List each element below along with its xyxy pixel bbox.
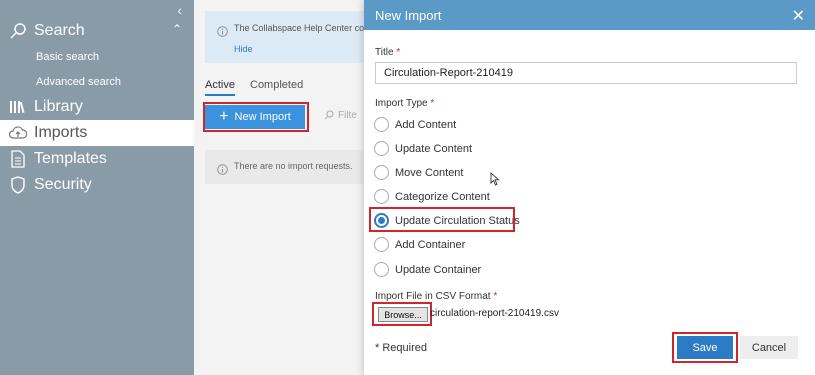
import-type-label-text: Import Type [375,98,428,109]
radio-button[interactable] [374,165,389,180]
dialog-header: New Import ✕ [364,0,815,30]
sidebar-subitem-advanced-search[interactable]: Advanced search [36,76,121,88]
radio-button[interactable] [374,189,389,204]
dialog-title: New Import [375,8,442,23]
radio-label: Categorize Content [395,190,490,203]
radio-move-content[interactable]: Move Content [374,165,463,180]
browse-highlight [372,302,432,326]
new-import-highlight [203,102,309,132]
info-icon [217,162,228,180]
save-highlight [672,332,738,363]
banner-hide-link[interactable]: Hide [234,44,253,54]
required-note: * Required [375,342,427,354]
cloud-upload-icon [8,123,28,143]
tab-active[interactable]: Active [205,79,235,96]
sidebar-item-search[interactable]: Search ⌃ [0,18,194,44]
sidebar-item-label: Templates [34,150,107,167]
radio-label: Update Container [395,263,482,276]
radio-label: Move Content [395,166,464,179]
radio-add-container[interactable]: Add Container [374,237,465,252]
chevron-left-icon[interactable]: ‹ [177,2,182,18]
radio-button[interactable] [374,262,389,277]
radio-add-content[interactable]: Add Content [374,117,456,132]
sidebar-item-label: Imports [34,124,88,141]
radio-categorize-content[interactable]: Categorize Content [374,189,490,204]
radio-label: Add Content [395,118,457,131]
radio-button[interactable] [374,141,389,156]
import-type-label: Import Type * [375,98,435,109]
info-icon [217,24,228,42]
title-input[interactable] [375,62,797,84]
sidebar-item-security[interactable]: Security [0,172,194,198]
sidebar-item-label: Search [34,22,85,39]
radio-update-content[interactable]: Update Content [374,141,472,156]
sidebar-item-label: Library [34,98,83,115]
shield-icon [8,175,28,195]
file-label: Import File in CSV Format * [375,291,498,302]
radio-label: Update Content [395,142,473,155]
help-center-banner: The Collabspace Help Center con Hide [205,11,369,63]
mouse-cursor-icon [490,172,500,186]
banner-text: The Collabspace Help Center con [234,23,370,33]
tab-completed[interactable]: Completed [250,79,303,91]
radio-button[interactable] [374,237,389,252]
main-content: The Collabspace Help Center con Hide Act… [194,0,369,375]
cancel-button[interactable]: Cancel [740,336,798,359]
search-icon [8,21,28,41]
sidebar-item-imports[interactable]: Imports [0,120,194,146]
sidebar-item-label: Security [34,176,92,193]
title-label: Title * [375,47,401,58]
document-icon [8,149,28,169]
sidebar-subitem-basic-search[interactable]: Basic search [36,51,99,63]
new-import-dialog: New Import ✕ Title * Import Type * Add C… [364,0,815,375]
close-icon[interactable]: ✕ [792,6,805,26]
sidebar-item-library[interactable]: Library [0,94,194,120]
filter-placeholder: Filte [338,110,357,121]
search-icon [324,110,334,123]
radio-update-container[interactable]: Update Container [374,262,481,277]
filter-input[interactable]: Filte [324,110,357,123]
selected-file-name: circulation-report-210419.csv [430,308,559,319]
sidebar: ‹ Search ⌃ Basic search Advanced search … [0,0,194,375]
title-label-text: Title [375,47,394,58]
library-icon [8,97,28,117]
radio-label: Add Container [395,238,466,251]
file-label-text: Import File in CSV Format [375,291,491,302]
selected-option-highlight [369,207,515,232]
empty-state-text: There are no import requests. [234,161,353,171]
sidebar-item-templates[interactable]: Templates [0,146,194,172]
chevron-up-icon[interactable]: ⌃ [172,22,182,36]
empty-state-note: There are no import requests. [205,150,365,184]
radio-button[interactable] [374,117,389,132]
